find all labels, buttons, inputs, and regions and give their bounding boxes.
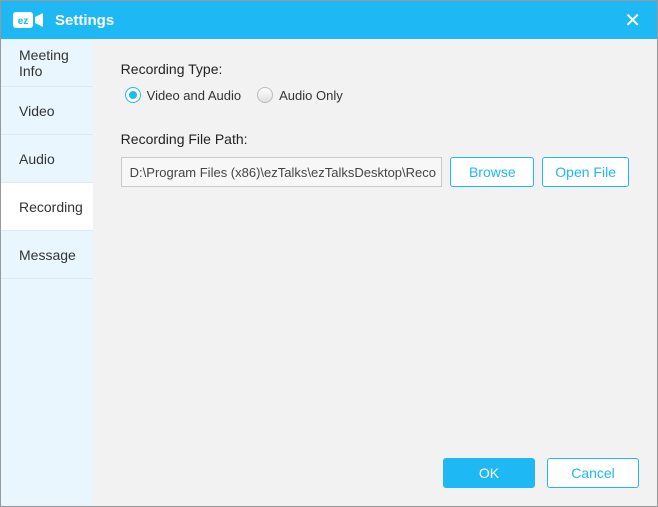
window-title: Settings [55,12,114,29]
file-path-input[interactable]: D:\Program Files (x86)\ezTalks\ezTalksDe… [121,157,443,187]
radio-label: Audio Only [279,88,343,103]
sidebar: Meeting Info Video Audio Recording Messa… [1,39,93,506]
cancel-button[interactable]: Cancel [547,458,639,488]
main-panel: Recording Type: Video and Audio Audio On… [93,39,657,506]
app-logo: ez [13,10,47,30]
recording-type-radios: Video and Audio Audio Only [125,87,629,103]
radio-label: Video and Audio [147,88,241,103]
settings-window: ez Settings ✕ Meeting Info Video Audio R… [0,0,658,507]
open-file-button[interactable]: Open File [542,157,629,187]
sidebar-item-recording[interactable]: Recording [1,183,93,231]
close-button[interactable]: ✕ [620,8,645,33]
radio-circle-icon [257,87,273,103]
file-path-row: D:\Program Files (x86)\ezTalks\ezTalksDe… [121,157,629,187]
sidebar-item-video[interactable]: Video [1,87,93,135]
browse-button[interactable]: Browse [450,157,534,187]
sidebar-item-label: Audio [19,151,55,167]
button-label: Browse [469,164,516,180]
sidebar-item-label: Message [19,247,76,263]
recording-settings: Recording Type: Video and Audio Audio On… [93,39,657,444]
titlebar: ez Settings ✕ [1,1,657,39]
radio-audio-only[interactable]: Audio Only [257,87,343,103]
button-label: Open File [555,164,616,180]
sidebar-item-meeting-info[interactable]: Meeting Info [1,39,93,87]
sidebar-item-message[interactable]: Message [1,231,93,279]
sidebar-item-label: Video [19,103,55,119]
file-path-label: Recording File Path: [121,131,629,147]
file-path-value: D:\Program Files (x86)\ezTalks\ezTalksDe… [130,165,436,180]
sidebar-item-label: Recording [19,199,83,215]
ok-button[interactable]: OK [443,458,535,488]
sidebar-item-audio[interactable]: Audio [1,135,93,183]
eztalks-icon: ez [13,10,47,30]
button-label: OK [479,465,499,481]
sidebar-item-label: Meeting Info [19,47,93,79]
recording-type-label: Recording Type: [121,61,629,77]
radio-video-and-audio[interactable]: Video and Audio [125,87,241,103]
button-label: Cancel [571,465,615,481]
dialog-footer: OK Cancel [93,444,657,506]
svg-text:ez: ez [18,16,29,27]
radio-circle-icon [125,87,141,103]
